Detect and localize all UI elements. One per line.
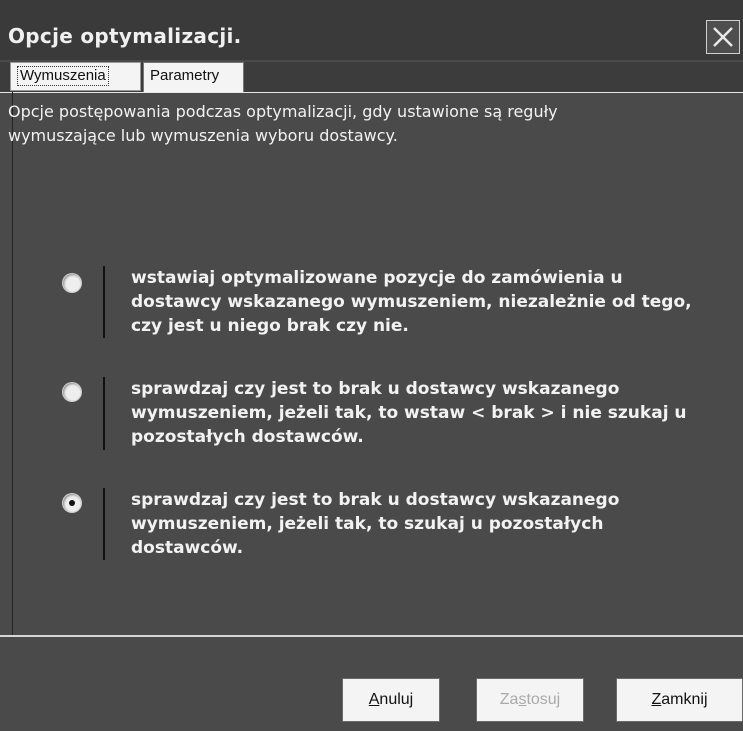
options-dialog: Opcje optymalizacji. Wymuszenia Parametr… [0,0,743,731]
radio-option-1[interactable] [63,274,81,292]
cancel-button[interactable]: Anuluj [342,678,440,722]
option-1-label[interactable]: wstawiaj optymalizowane pozycje do zamów… [131,266,711,338]
option-3-label[interactable]: sprawdzaj czy jest to brak u dostawcy ws… [131,488,711,560]
radio-option-3[interactable] [63,494,81,512]
option-separator [103,488,105,560]
tab-label: Wymuszenia [17,66,109,86]
apply-label-end: tosuj [526,691,561,708]
intro-text: Opcje postępowania podczas optymalizacji… [8,102,558,145]
panel-divider [12,92,13,635]
option-separator [103,377,105,450]
tab-strip: Wymuszenia Parametry [0,62,743,92]
close-accel: Z [651,691,662,708]
cancel-accel: A [368,691,380,708]
option-separator [103,266,105,338]
option-2-label[interactable]: sprawdzaj czy jest to brak u dostawcy ws… [131,377,711,449]
cancel-label: nuluj [379,691,414,708]
close-label: amknij [661,691,708,708]
title-bar: Opcje optymalizacji. [0,0,743,60]
apply-label-start: Za [499,691,519,708]
radio-selected-dot [69,500,75,506]
radio-option-2[interactable] [63,383,81,401]
window-title: Opcje optymalizacji. [8,24,242,48]
close-button[interactable]: Zamknij [616,678,743,722]
tab-parametry[interactable]: Parametry [143,62,244,92]
close-icon [713,27,733,47]
apply-button[interactable]: Zastosuj [476,678,584,722]
tab-wymuszenia[interactable]: Wymuszenia [10,62,141,91]
close-window-button[interactable] [706,20,740,54]
